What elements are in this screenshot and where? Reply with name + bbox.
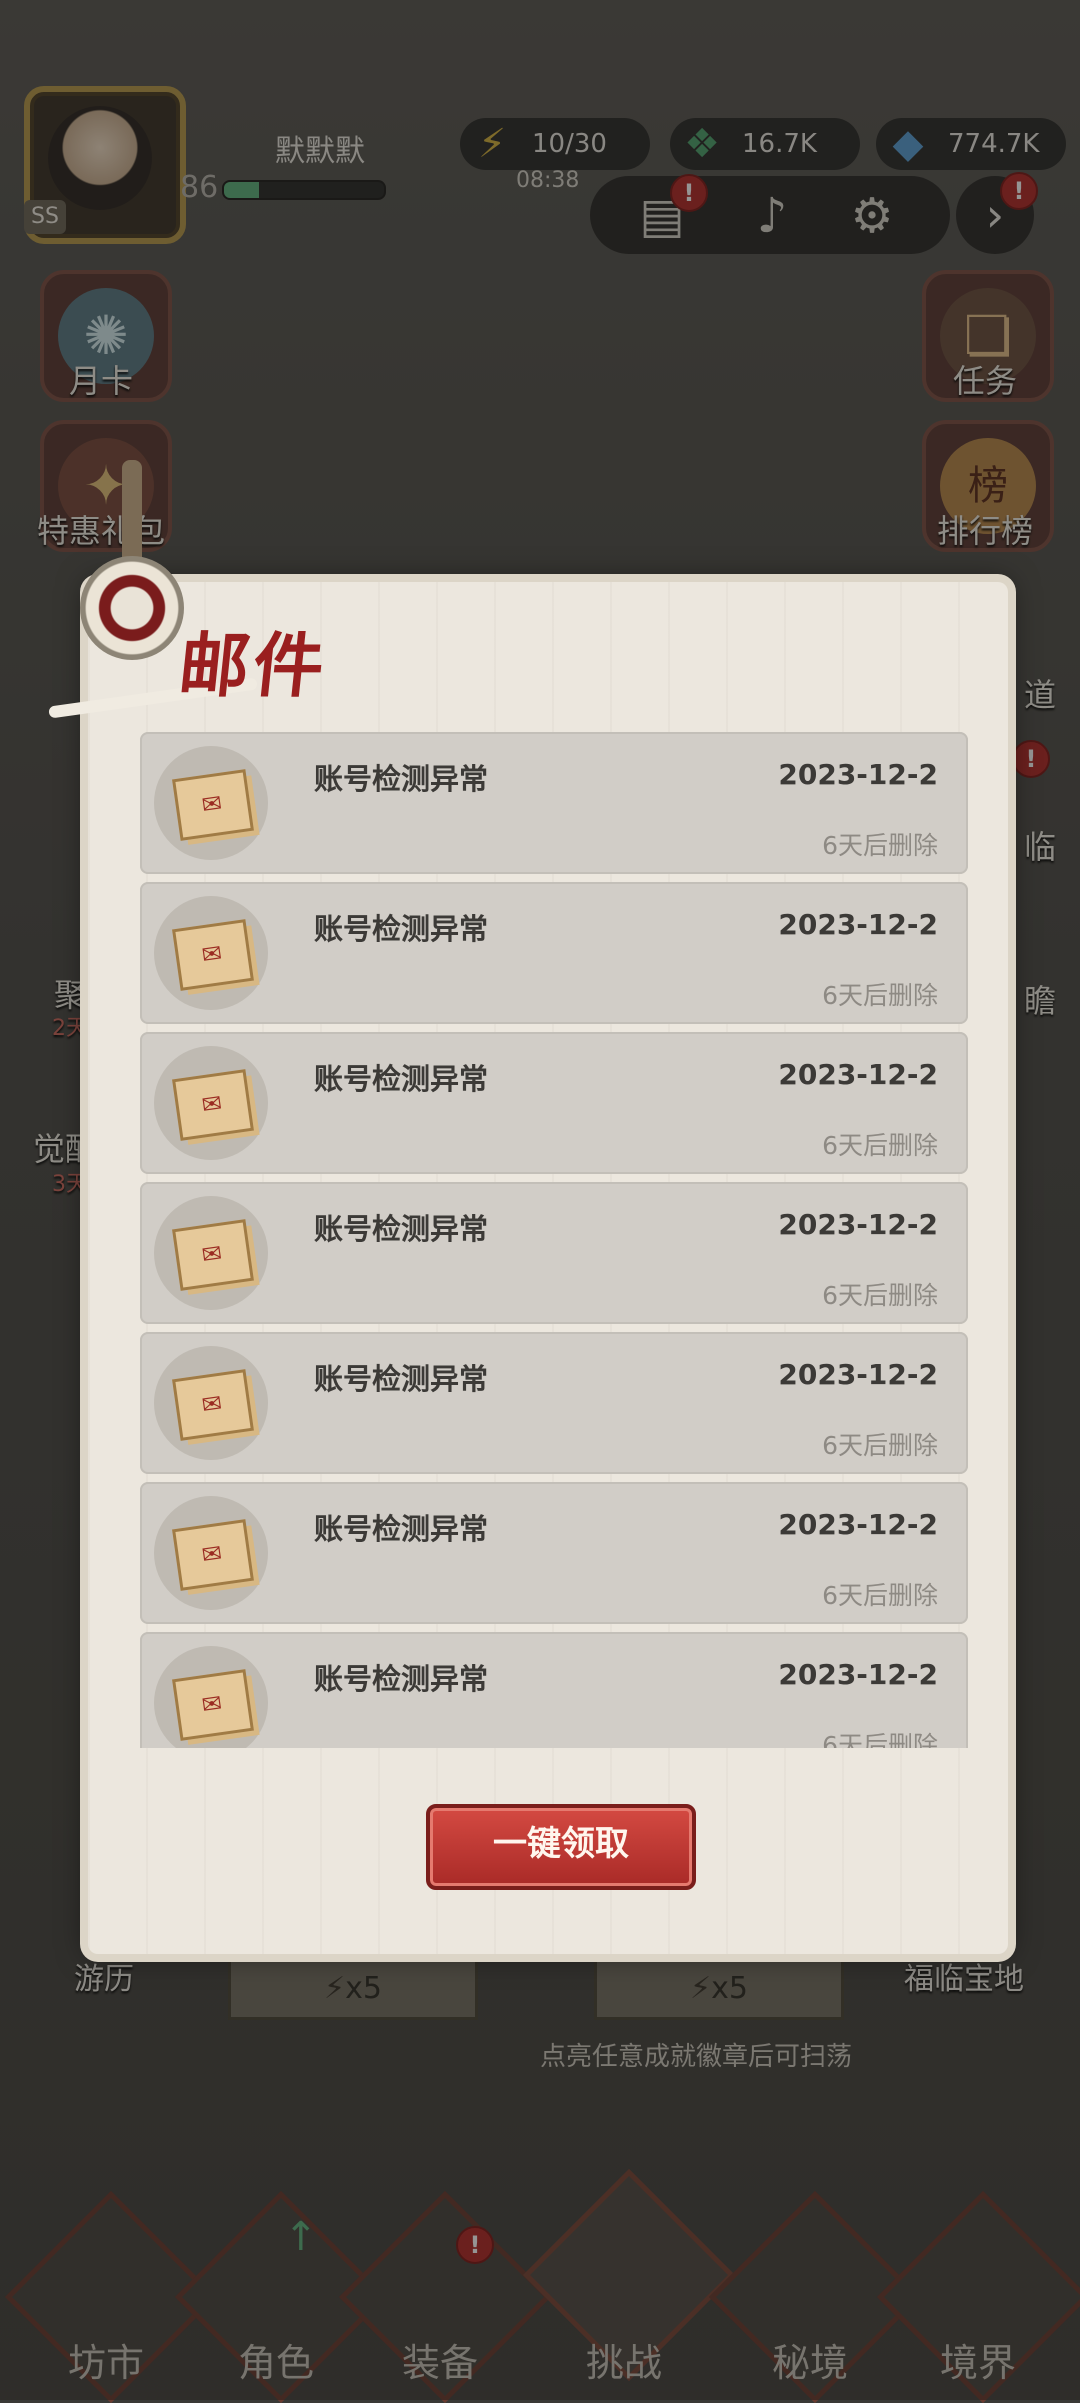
- mail-item[interactable]: ✉ 账号检测异常 2023-12-2 6天后删除: [140, 1482, 968, 1624]
- mail-item[interactable]: ✉ 账号检测异常 2023-12-2 6天后删除: [140, 732, 968, 874]
- mail-title: 账号检测异常: [314, 1062, 489, 1096]
- mail-title: 账号检测异常: [314, 912, 489, 946]
- mail-item[interactable]: ✉ 账号检测异常 2023-12-2 6天后删除: [140, 1182, 968, 1324]
- mail-date: 2023-12-2: [778, 1658, 938, 1691]
- mail-date: 2023-12-2: [778, 908, 938, 941]
- mail-envelope-icon: ✉: [154, 1196, 268, 1310]
- mail-envelope-icon: ✉: [154, 1496, 268, 1610]
- mail-expire: 6天后删除: [822, 1281, 938, 1310]
- scroll-pin-ornament: [58, 460, 208, 700]
- mail-title: 账号检测异常: [314, 1212, 489, 1246]
- mail-item[interactable]: ✉ 账号检测异常 2023-12-2 6天后删除: [140, 882, 968, 1024]
- mail-date: 2023-12-2: [778, 1208, 938, 1241]
- mail-expire: 6天后删除: [822, 1731, 938, 1748]
- mail-item[interactable]: ✉ 账号检测异常 2023-12-2 6天后删除: [140, 1632, 968, 1748]
- mail-list[interactable]: ✉ 账号检测异常 2023-12-2 6天后删除 ✉ 账号检测异常 2023-1…: [140, 732, 968, 1748]
- mail-expire: 6天后删除: [822, 981, 938, 1010]
- mail-date: 2023-12-2: [778, 1058, 938, 1091]
- mail-envelope-icon: ✉: [154, 1646, 268, 1748]
- mail-item[interactable]: ✉ 账号检测异常 2023-12-2 6天后删除: [140, 1032, 968, 1174]
- mail-envelope-icon: ✉: [154, 896, 268, 1010]
- mail-envelope-icon: ✉: [154, 1046, 268, 1160]
- mail-dialog: 邮件 ✉ 账号检测异常 2023-12-2 6天后删除 ✉ 账号检测异常 202…: [48, 582, 1008, 1954]
- mail-title: 账号检测异常: [314, 1662, 489, 1696]
- mail-title: 账号检测异常: [314, 1362, 489, 1396]
- mail-expire: 6天后删除: [822, 1431, 938, 1460]
- mail-item[interactable]: ✉ 账号检测异常 2023-12-2 6天后删除: [140, 1332, 968, 1474]
- mail-expire: 6天后删除: [822, 1131, 938, 1160]
- claim-all-button[interactable]: 一键领取: [426, 1804, 696, 1890]
- mail-envelope-icon: ✉: [154, 1346, 268, 1460]
- mail-expire: 6天后删除: [822, 1581, 938, 1610]
- mail-title: 账号检测异常: [314, 1512, 489, 1546]
- mail-date: 2023-12-2: [778, 758, 938, 791]
- mail-title: 账号检测异常: [314, 762, 489, 796]
- mail-expire: 6天后删除: [822, 831, 938, 860]
- mail-date: 2023-12-2: [778, 1358, 938, 1391]
- mail-envelope-icon: ✉: [154, 746, 268, 860]
- mail-date: 2023-12-2: [778, 1508, 938, 1541]
